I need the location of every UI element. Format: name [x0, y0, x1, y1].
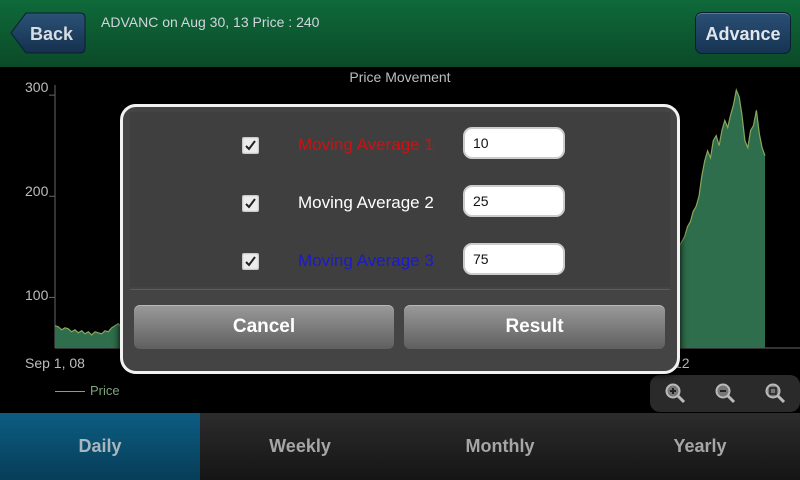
ma2-label: Moving Average 2	[298, 193, 434, 212]
dialog-body: Moving Average 1 Moving Average 2 Moving…	[130, 112, 670, 287]
tab-yearly[interactable]: Yearly	[600, 413, 800, 480]
y-tick-label: 300	[25, 79, 49, 95]
moving-average-dialog: Moving Average 1 Moving Average 2 Moving…	[120, 104, 680, 374]
tab-monthly[interactable]: Monthly	[400, 413, 600, 480]
ma3-label: Moving Average 3	[298, 251, 434, 270]
tab-daily[interactable]: Daily	[0, 413, 200, 480]
back-button-label: Back	[30, 24, 74, 44]
chart-legend: Price	[55, 383, 120, 398]
advance-button[interactable]: Advance	[695, 12, 791, 54]
ma1-checkbox[interactable]	[242, 137, 259, 154]
zoom-controls	[650, 375, 800, 412]
ma1-input[interactable]	[463, 127, 565, 159]
moving-average-row: Moving Average 3	[130, 241, 670, 281]
legend-line-icon	[55, 391, 85, 393]
ma2-input[interactable]	[463, 185, 565, 217]
result-button[interactable]: Result	[404, 305, 665, 349]
header-bar: Back ADVANC on Aug 30, 13 Price : 240 Ad…	[0, 0, 800, 67]
moving-average-row: Moving Average 2	[130, 183, 670, 223]
zoom-in-icon[interactable]	[664, 382, 686, 404]
back-button[interactable]: Back	[10, 12, 86, 54]
page-title: ADVANC on Aug 30, 13 Price : 240	[101, 14, 320, 30]
zoom-reset-icon[interactable]	[764, 382, 786, 404]
ma2-checkbox[interactable]	[242, 195, 259, 212]
chart-title: Price Movement	[349, 69, 451, 85]
period-tabs: Daily Weekly Monthly Yearly	[0, 413, 800, 480]
ma3-input[interactable]	[463, 243, 565, 275]
moving-average-row: Moving Average 1	[130, 125, 670, 165]
cancel-button[interactable]: Cancel	[134, 305, 394, 349]
tab-weekly[interactable]: Weekly	[200, 413, 400, 480]
y-tick-label: 100	[25, 287, 49, 303]
ma1-label: Moving Average 1	[298, 135, 434, 154]
dialog-divider	[130, 289, 670, 290]
y-tick-label: 200	[25, 183, 49, 199]
zoom-out-icon[interactable]	[714, 382, 736, 404]
legend-label: Price	[90, 383, 120, 398]
ma3-checkbox[interactable]	[242, 253, 259, 270]
x-tick-label: Sep 1, 08	[25, 355, 85, 371]
